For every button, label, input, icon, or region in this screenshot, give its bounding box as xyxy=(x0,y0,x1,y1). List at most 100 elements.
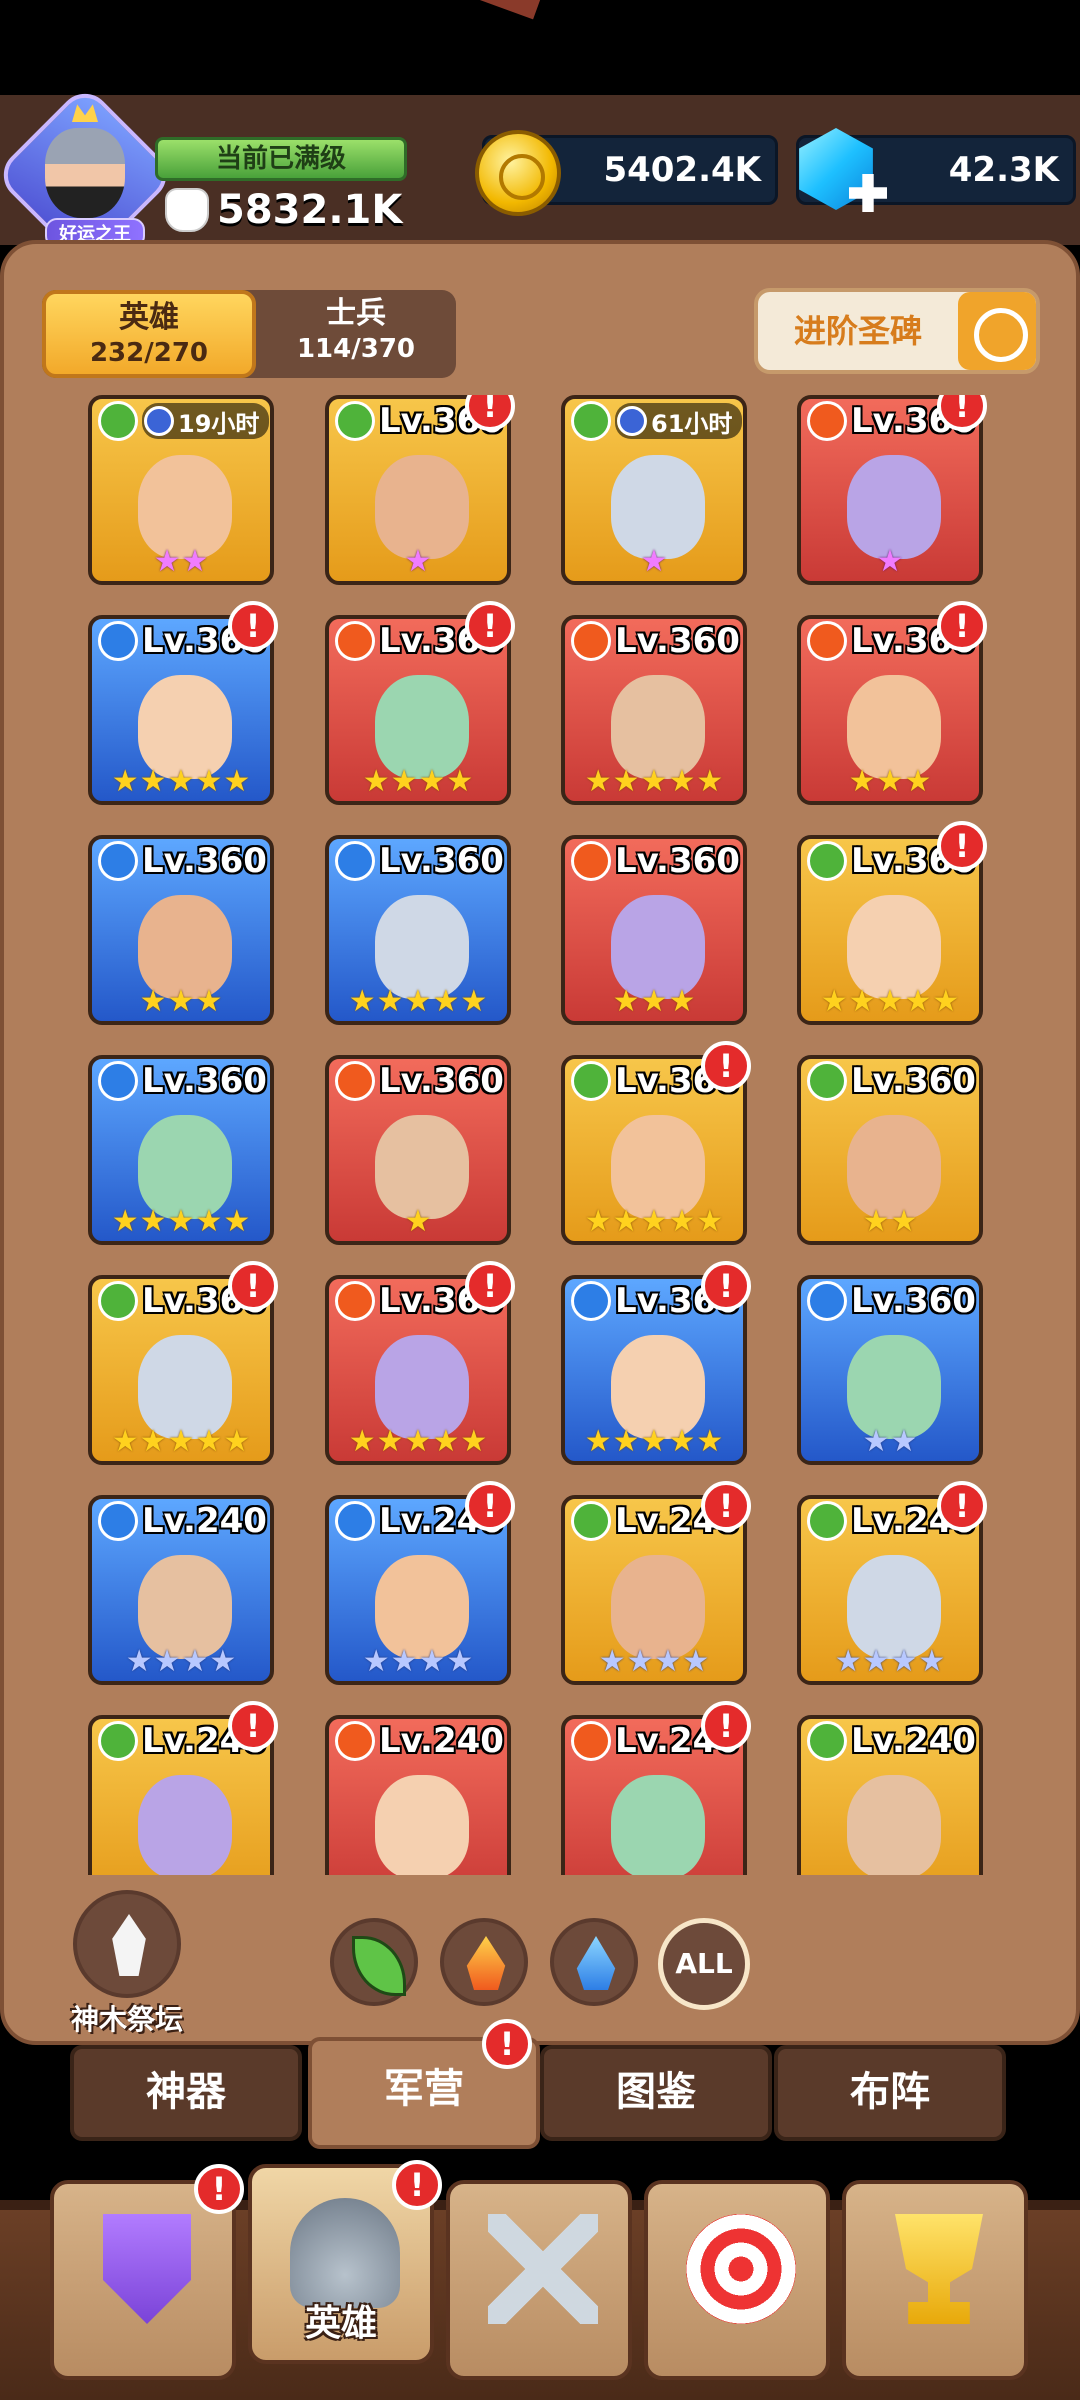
hero-timer: 61小时 xyxy=(615,403,743,439)
tab-soldier[interactable]: 士兵 114/370 xyxy=(256,290,456,378)
star-icon: ★ xyxy=(890,1424,918,1459)
fire-element-icon xyxy=(571,1721,611,1761)
gem-counter[interactable]: 42.3K xyxy=(796,128,1076,212)
hero-stars: ★ ★ ★ ★ ★ xyxy=(92,1205,270,1239)
hero-stars: ★ ★ ★ ★ ★ xyxy=(565,765,743,799)
advance-monument-button[interactable]: 进阶圣碑 xyxy=(754,288,1040,374)
water-element-icon xyxy=(335,1501,375,1541)
star-icon: ★ xyxy=(446,764,474,799)
sacred-tree-altar-button[interactable]: 神木祭坛 xyxy=(62,1890,192,2036)
hero-stars: ★ ★ ★ ★ xyxy=(329,1645,507,1679)
hero-card[interactable]: Lv.240 xyxy=(797,1715,983,1875)
leaf-element-icon xyxy=(98,401,138,441)
star-icon: ★ xyxy=(598,1644,626,1679)
leaf-element-icon xyxy=(335,401,375,441)
tab-artifact[interactable]: 神器 xyxy=(70,2045,302,2141)
hero-stars: ★ ★ ★ ★ ★ xyxy=(329,1425,507,1459)
star-icon: ★ xyxy=(612,984,640,1019)
star-icon: ★ xyxy=(696,764,724,799)
tab-hero[interactable]: 英雄 232/270 xyxy=(42,290,256,378)
hero-level-row: 61小时 xyxy=(571,399,743,443)
hero-stars: ★ ★ ★ ★ ★ xyxy=(565,1205,743,1239)
top-decoration xyxy=(476,0,544,20)
star-icon: ★ xyxy=(640,764,668,799)
hero-card[interactable]: Lv.360 ★ ★ ★ xyxy=(561,835,747,1025)
nav-hero-label: 英雄 xyxy=(304,2303,377,2344)
star-icon: ★ xyxy=(390,1644,418,1679)
star-icon: ★ xyxy=(584,1424,612,1459)
star-icon: ★ xyxy=(904,984,932,1019)
star-icon: ★ xyxy=(153,1644,181,1679)
filter-fire-icon[interactable] xyxy=(440,1918,528,2006)
fire-element-icon xyxy=(335,1281,375,1321)
hero-grid: 19小时 ★ ★ Lv.360 ★! 61小时 ★ Lv.360 ★! Lv.360 ★ ★ ★ ★ ★! L… xyxy=(0,395,1080,1875)
star-icon: ★ xyxy=(404,1424,432,1459)
star-icon: ★ xyxy=(111,1204,139,1239)
star-icon: ★ xyxy=(195,1204,223,1239)
tree-altar-icon xyxy=(73,1890,181,1998)
hero-card[interactable]: Lv.360 ★ ★ ★ ★ ★ xyxy=(88,1055,274,1245)
tab-soldier-label: 士兵 xyxy=(326,296,386,331)
filter-water-icon[interactable] xyxy=(550,1918,638,2006)
power-display: 5832.1K xyxy=(165,185,402,235)
gem-value: 42.3K xyxy=(948,150,1059,190)
hero-alert-badge: ! xyxy=(465,601,515,651)
nav-guild-button[interactable]: ! xyxy=(50,2164,244,2380)
hero-stars: ★ xyxy=(329,545,507,579)
water-element-icon xyxy=(98,841,138,881)
hero-card[interactable]: Lv.360 ★ ★ ★ ★ ★ xyxy=(561,615,747,805)
altar-label: 神木祭坛 xyxy=(70,2003,183,2036)
hero-card[interactable]: Lv.360 ★ ★ ★ ★ ★ xyxy=(325,835,511,1025)
leaf-element-icon xyxy=(807,1501,847,1541)
hero-level: Lv.360 xyxy=(142,1061,267,1101)
star-icon: ★ xyxy=(848,984,876,1019)
hero-card[interactable]: 19小时 ★ ★ xyxy=(88,395,274,585)
hero-card[interactable]: Lv.360 ★ ★ ★ xyxy=(88,835,274,1025)
hero-portrait xyxy=(611,1775,705,1875)
player-avatar[interactable]: 好运之王 xyxy=(0,83,177,267)
nav-battle-button[interactable] xyxy=(446,2180,632,2380)
star-icon: ★ xyxy=(139,1424,167,1459)
star-icon: ★ xyxy=(223,1424,251,1459)
hero-level-row: Lv.360 xyxy=(98,1059,267,1103)
hero-level-row: Lv.240 xyxy=(807,1719,976,1763)
tab-codex[interactable]: 图鉴 xyxy=(540,2045,772,2141)
hero-alert-badge: ! xyxy=(701,1041,751,1091)
hero-portrait xyxy=(847,1775,941,1875)
hero-card[interactable]: Lv.360 ★ xyxy=(325,1055,511,1245)
hero-card[interactable]: Lv.360 ★ ★ xyxy=(797,1275,983,1465)
trophy-icon xyxy=(895,2214,983,2324)
hero-card[interactable]: Lv.360 ★ ★ xyxy=(797,1055,983,1245)
hero-level-row: Lv.360 xyxy=(807,1059,976,1103)
filter-all-button[interactable]: ALL xyxy=(658,1918,750,2010)
gold-counter[interactable]: 5402.4K xyxy=(475,130,778,216)
hero-level-row: Lv.360 xyxy=(335,1059,504,1103)
hero-level-row: Lv.360 xyxy=(98,839,267,883)
star-icon: ★ xyxy=(348,1424,376,1459)
filter-leaf-icon[interactable] xyxy=(330,1918,418,2006)
star-icon: ★ xyxy=(918,1644,946,1679)
fire-element-icon xyxy=(807,621,847,661)
tab-formation[interactable]: 布阵 xyxy=(774,2045,1006,2141)
star-icon: ★ xyxy=(390,764,418,799)
leaf-element-icon xyxy=(807,841,847,881)
water-element-icon xyxy=(807,1281,847,1321)
barracks-alert-badge: ! xyxy=(482,2019,532,2069)
hero-stars: ★ xyxy=(329,1205,507,1239)
hero-level: Lv.360 xyxy=(379,841,504,881)
hero-card[interactable]: Lv.240 ★ ★ ★ ★ xyxy=(88,1495,274,1685)
fire-element-icon xyxy=(571,841,611,881)
star-icon: ★ xyxy=(167,1204,195,1239)
nav-ranking-button[interactable] xyxy=(842,2180,1028,2380)
star-icon: ★ xyxy=(584,764,612,799)
nav-challenge-button[interactable] xyxy=(644,2180,830,2380)
hero-card[interactable]: 61小时 ★ xyxy=(561,395,747,585)
star-icon: ★ xyxy=(362,1644,390,1679)
hero-level: Lv.240 xyxy=(851,1721,976,1761)
star-icon: ★ xyxy=(153,544,181,579)
nav-hero-button[interactable]: 英雄 ! xyxy=(248,2160,442,2364)
star-icon: ★ xyxy=(668,984,696,1019)
star-icon: ★ xyxy=(640,1424,668,1459)
hero-card[interactable]: Lv.240 xyxy=(325,1715,511,1875)
hero-stars: ★ ★ ★ ★ xyxy=(329,765,507,799)
